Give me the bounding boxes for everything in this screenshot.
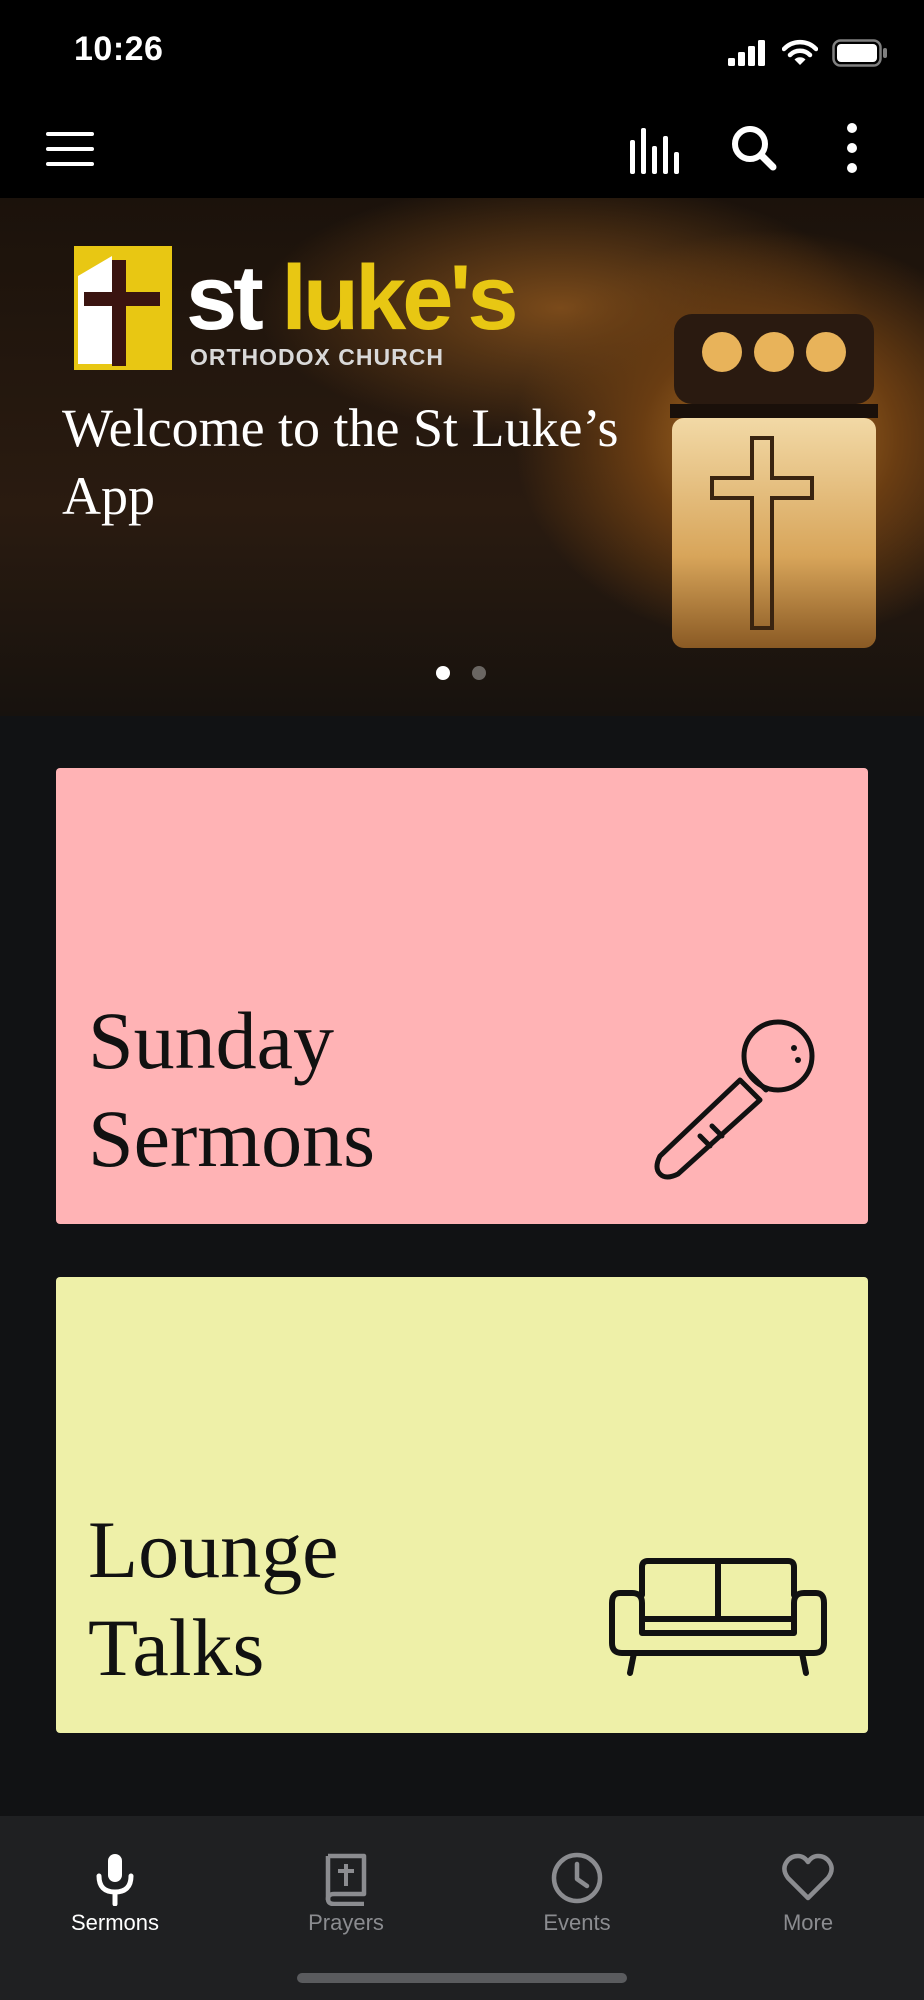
- tab-label: More: [782, 1910, 834, 1935]
- battery-icon: [832, 39, 887, 67]
- heart-icon: [782, 1853, 834, 1901]
- carousel-pagination[interactable]: [436, 666, 486, 680]
- carousel-dot-2[interactable]: [472, 666, 486, 680]
- tab-label: Prayers: [308, 1910, 384, 1935]
- microphone-icon: [654, 1019, 815, 1180]
- equalizer-icon[interactable]: [624, 122, 684, 178]
- wifi-icon: [782, 39, 818, 65]
- microphone-icon: [96, 1854, 134, 1906]
- search-icon[interactable]: [726, 120, 782, 176]
- tab-prayers[interactable]: Prayers: [256, 1830, 436, 1940]
- status-icons: [728, 36, 888, 70]
- tab-more[interactable]: More: [718, 1830, 898, 1940]
- tab-label: Events: [543, 1910, 611, 1935]
- card-title: Sunday Sermons: [88, 995, 375, 1184]
- tab-sermons[interactable]: Sermons: [25, 1830, 205, 1940]
- sunday-sermons-card[interactable]: Sunday Sermons: [56, 768, 868, 1224]
- clock-icon: [551, 1852, 603, 1904]
- hamburger-menu-icon[interactable]: [40, 124, 100, 174]
- hero-title: Welcome to the St Luke’s App: [62, 398, 619, 526]
- tab-events[interactable]: Events: [487, 1830, 667, 1940]
- church-logo: st luke's ORTHODOX CHURCH: [74, 246, 519, 374]
- carousel-dot-1[interactable]: [436, 666, 450, 680]
- cellular-signal-icon: [728, 40, 765, 66]
- logo-subtitle: ORTHODOX CHURCH: [190, 344, 444, 370]
- tab-label: Sermons: [70, 1910, 160, 1935]
- lounge-talks-card[interactable]: Lounge Talks: [56, 1277, 868, 1733]
- logo-wordmark: st luke's: [186, 247, 519, 349]
- cross-emblem-icon: [74, 246, 172, 370]
- home-indicator[interactable]: [297, 1973, 627, 1983]
- card-title: Lounge Talks: [88, 1504, 339, 1693]
- more-vertical-icon[interactable]: [828, 120, 876, 176]
- candle-image: [670, 314, 878, 648]
- bible-icon: [325, 1853, 367, 1906]
- status-time: 10:26: [74, 30, 164, 68]
- status-bar: 10:26: [0, 0, 924, 100]
- top-app-bar: [0, 100, 924, 198]
- sofa-icon: [609, 1558, 827, 1676]
- hero-carousel[interactable]: st luke's ORTHODOX CHURCH Welcome to the…: [0, 198, 924, 716]
